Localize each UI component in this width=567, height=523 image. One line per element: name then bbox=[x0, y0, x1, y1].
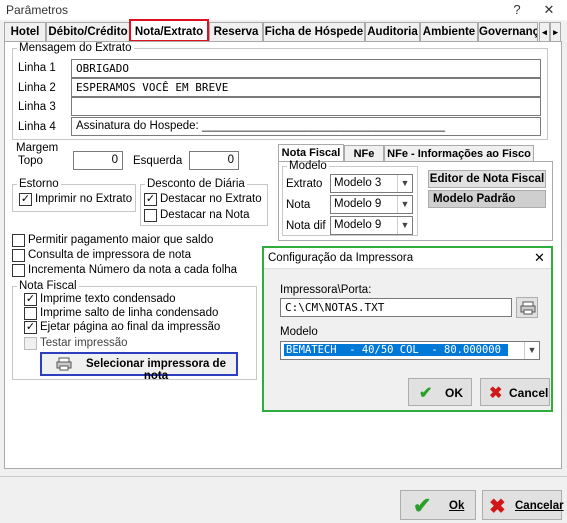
salto-linha-checkbox[interactable] bbox=[24, 307, 37, 320]
tab-debito-credito[interactable]: Débito/Crédito bbox=[46, 22, 130, 42]
testar-impressao-label: Testar impressão bbox=[40, 337, 128, 349]
tab-governanca[interactable]: Governanç bbox=[478, 22, 538, 42]
incrementa-numero-label: Incrementa Número da nota a cada folha bbox=[28, 264, 238, 276]
footer-ok-button[interactable]: ✔ Ok bbox=[400, 490, 476, 520]
title-bar: Parâmetros ? ✕ bbox=[0, 0, 567, 20]
linha3-input[interactable] bbox=[71, 97, 541, 116]
dialog-cancel-label: Cancel bbox=[509, 386, 549, 400]
modelo-padrao-button[interactable]: Modelo Padrão bbox=[428, 190, 546, 208]
consulta-impressora-checkbox[interactable] bbox=[12, 249, 25, 262]
estorno-legend: Estorno bbox=[19, 178, 59, 190]
destacar-nota-checkbox[interactable] bbox=[144, 209, 157, 222]
linha1-input[interactable]: OBRIGADO bbox=[71, 59, 541, 78]
footer-cancel-label: Cancelar bbox=[515, 500, 564, 512]
tab-reserva[interactable]: Reserva bbox=[209, 22, 263, 42]
ejetar-pagina-label: Ejetar página ao final da impressão bbox=[40, 321, 221, 333]
incrementa-numero-checkbox[interactable] bbox=[12, 264, 25, 277]
tab-ficha-hospede[interactable]: Ficha de Hóspede bbox=[263, 22, 365, 42]
topo-input[interactable]: 0 bbox=[73, 151, 123, 170]
chevron-down-icon: ▼ bbox=[397, 175, 412, 192]
configuracao-impressora-dialog: Configuração da Impressora ✕ Impressora\… bbox=[262, 246, 553, 412]
nota-fiscal-legend: Nota Fiscal bbox=[19, 280, 77, 292]
main-tabs: Hotel Débito/Crédito Nota/Extrato Reserv… bbox=[4, 19, 562, 42]
chevron-down-icon: ▼ bbox=[524, 342, 539, 359]
extrato-label: Extrato bbox=[286, 178, 323, 190]
tab-nota-extrato[interactable]: Nota/Extrato bbox=[129, 19, 209, 42]
linha2-label: Linha 2 bbox=[18, 82, 56, 94]
esquerda-label: Esquerda bbox=[133, 155, 183, 167]
footer-cancel-button[interactable]: ✖ Cancelar bbox=[482, 490, 564, 520]
dialog-cancel-button[interactable]: ✖ Cancel bbox=[480, 378, 550, 406]
extrato-select[interactable]: Modelo 3 ▼ bbox=[330, 174, 413, 193]
imprimir-extrato-label: Imprimir no Extrato bbox=[35, 193, 133, 205]
window-title: Parâmetros bbox=[6, 3, 69, 17]
dialog-ok-button[interactable]: ✔ OK bbox=[408, 378, 472, 406]
porta-browse-button[interactable] bbox=[516, 297, 538, 318]
permitir-pagamento-label: Permitir pagamento maior que saldo bbox=[28, 234, 214, 246]
linha4-label: Linha 4 bbox=[18, 121, 56, 133]
close-window-button[interactable]: ✕ bbox=[536, 0, 562, 20]
modelo-legend: Modelo bbox=[289, 160, 327, 172]
printer-icon bbox=[520, 301, 536, 318]
mensagem-extrato-legend: Mensagem do Extrato bbox=[19, 42, 132, 54]
checkmark-icon: ✔ bbox=[419, 385, 433, 402]
dialog-close-button[interactable]: ✕ bbox=[534, 250, 545, 266]
footer-divider bbox=[0, 476, 567, 477]
tab-scroll-right-icon[interactable]: ▸ bbox=[550, 22, 561, 42]
linha2-input[interactable]: ESPERAMOS VOCÊ EM BREVE bbox=[71, 78, 541, 97]
help-button[interactable]: ? bbox=[504, 0, 530, 20]
printer-icon bbox=[56, 357, 72, 374]
porta-label: Impressora\Porta: bbox=[280, 284, 372, 296]
chevron-down-icon: ▼ bbox=[397, 217, 412, 234]
editor-nota-fiscal-button[interactable]: Editor de Nota Fiscal bbox=[428, 170, 546, 188]
nota-dif-label: Nota dif bbox=[286, 220, 326, 232]
desconto-diaria-legend: Desconto de Diária bbox=[147, 178, 245, 190]
dialog-ok-label: OK bbox=[445, 386, 463, 400]
linha3-label: Linha 3 bbox=[18, 101, 56, 113]
selecionar-impressora-label: Selecionar impressora de nota bbox=[86, 358, 226, 382]
destacar-extrato-checkbox[interactable]: ✓ bbox=[144, 193, 157, 206]
nota-select[interactable]: Modelo 9 ▼ bbox=[330, 195, 413, 214]
tab-scroll-left-icon[interactable]: ◂ bbox=[539, 22, 550, 42]
esquerda-input[interactable]: 0 bbox=[189, 151, 239, 170]
modelo-impressora-value: BEMATECH - 40/50 COL - 80.000000 bbox=[284, 344, 508, 356]
testar-impressao-checkbox bbox=[24, 337, 37, 350]
consulta-impressora-label: Consulta de impressora de nota bbox=[28, 249, 192, 261]
topo-label: Topo bbox=[18, 155, 43, 167]
nota-dif-select[interactable]: Modelo 9 ▼ bbox=[330, 216, 413, 235]
imprimir-extrato-checkbox[interactable]: ✓ bbox=[19, 193, 32, 206]
nota-dif-select-value: Modelo 9 bbox=[334, 219, 382, 231]
tab-ambiente[interactable]: Ambiente bbox=[420, 22, 478, 42]
margem-legend: Margem bbox=[16, 142, 59, 154]
modelo-impressora-select[interactable]: BEMATECH - 40/50 COL - 80.000000 ▼ bbox=[280, 341, 540, 360]
modelo-impressora-label: Modelo bbox=[280, 326, 318, 338]
linha4-input[interactable]: Assinatura do Hospede: _________________… bbox=[71, 117, 541, 136]
porta-input[interactable]: C:\CM\NOTAS.TXT bbox=[280, 298, 512, 317]
selecionar-impressora-button[interactable]: Selecionar impressora de nota bbox=[40, 352, 238, 382]
destacar-extrato-label: Destacar no Extrato bbox=[160, 193, 262, 205]
salto-linha-label: Imprime salto de linha condensado bbox=[40, 307, 219, 319]
linha1-label: Linha 1 bbox=[18, 62, 56, 74]
ejetar-pagina-checkbox[interactable]: ✓ bbox=[24, 321, 37, 334]
permitir-pagamento-checkbox[interactable] bbox=[12, 234, 25, 247]
destacar-nota-label: Destacar na Nota bbox=[160, 209, 250, 221]
dialog-title: Configuração da Impressora bbox=[268, 252, 414, 264]
checkmark-icon: ✔ bbox=[413, 493, 432, 518]
footer-ok-label: Ok bbox=[449, 500, 465, 512]
condensado-checkbox[interactable]: ✓ bbox=[24, 293, 37, 306]
extrato-select-value: Modelo 3 bbox=[334, 177, 382, 189]
tab-hotel[interactable]: Hotel bbox=[4, 22, 46, 42]
condensado-label: Imprime texto condensado bbox=[40, 293, 176, 305]
tab-auditoria[interactable]: Auditoria bbox=[365, 22, 420, 42]
nota-label: Nota bbox=[286, 199, 311, 211]
cross-icon: ✖ bbox=[489, 496, 506, 518]
chevron-down-icon: ▼ bbox=[397, 196, 412, 213]
cross-icon: ✖ bbox=[489, 385, 503, 402]
nota-select-value: Modelo 9 bbox=[334, 198, 382, 210]
